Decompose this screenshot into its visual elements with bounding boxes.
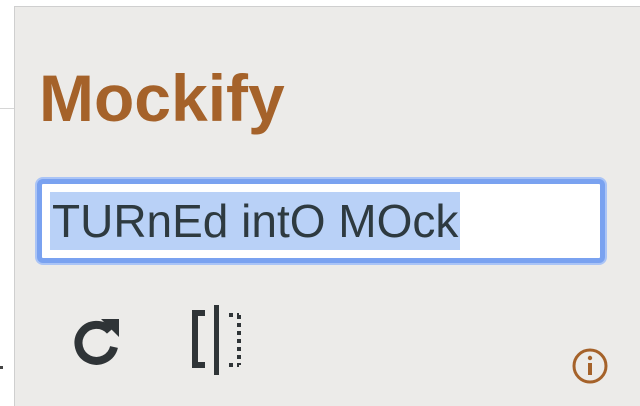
- mock-text-input[interactable]: TURnEd intO MOck: [37, 179, 605, 263]
- background-mark: [0, 366, 3, 369]
- mock-text-value[interactable]: TURnEd intO MOck: [50, 192, 461, 250]
- app-title: Mockify: [39, 61, 285, 135]
- refresh-button[interactable]: [65, 309, 129, 373]
- refresh-icon: [74, 319, 119, 365]
- extension-popup: Mockify TURnEd intO MOck: [14, 6, 640, 406]
- split-compare-icon: [192, 305, 241, 375]
- info-button[interactable]: [567, 343, 613, 389]
- split-compare-button[interactable]: [183, 303, 255, 379]
- info-icon: [572, 348, 608, 384]
